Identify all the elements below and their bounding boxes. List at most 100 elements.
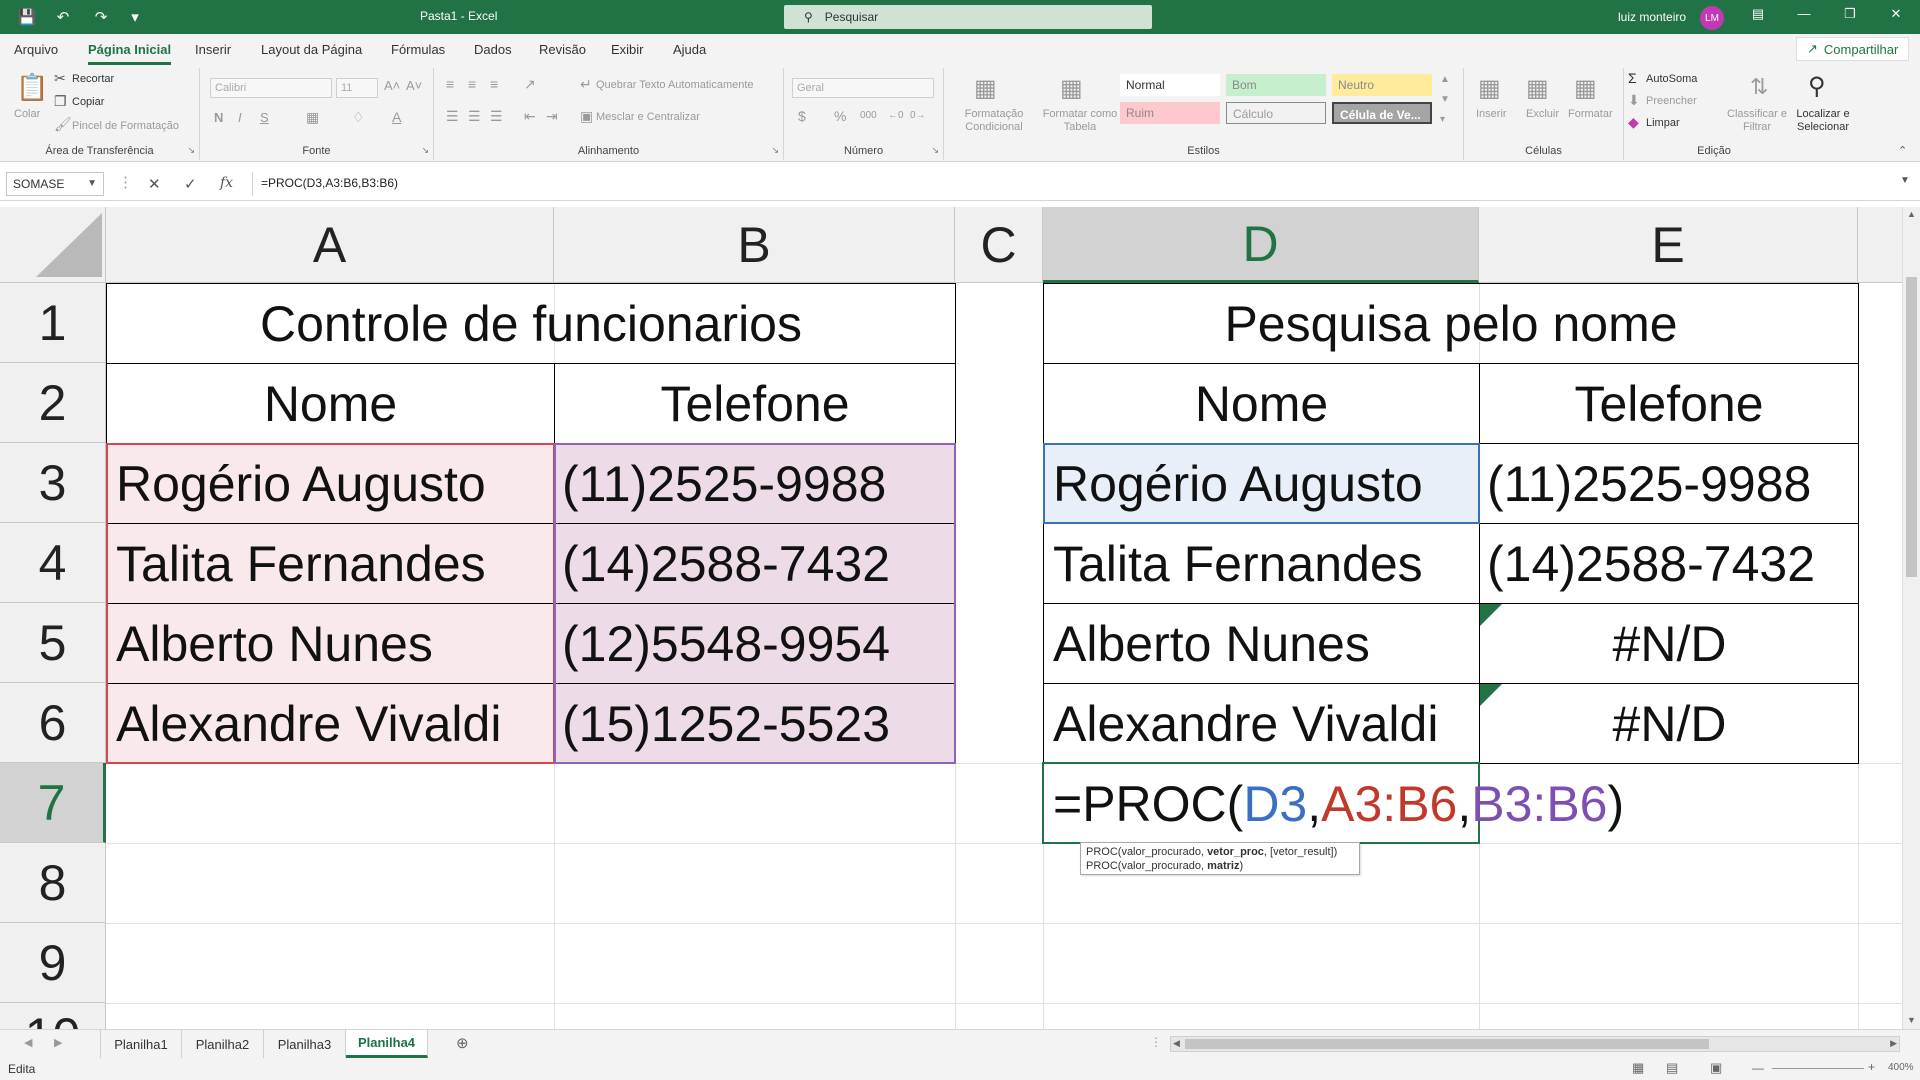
font-size-combo[interactable]: 11 — [336, 78, 378, 98]
align-center-icon[interactable]: ☰ — [468, 108, 481, 125]
cancel-icon[interactable]: ✕ — [148, 175, 161, 193]
cut-button[interactable]: Recortar — [72, 73, 114, 85]
wrap-text-button[interactable]: Quebrar Texto Automaticamente — [596, 79, 754, 91]
horizontal-scrollbar[interactable]: ◀ ▶ — [1170, 1036, 1900, 1052]
undo-icon[interactable]: ↶ — [52, 7, 74, 27]
scroll-up-icon[interactable]: ▲ — [1907, 209, 1916, 219]
tab-pagina-inicial[interactable]: Página Inicial — [88, 42, 172, 65]
cell-a5[interactable]: Alberto Nunes — [108, 604, 554, 683]
tab-formulas[interactable]: Fórmulas — [391, 42, 445, 57]
row-header-9[interactable]: 9 — [0, 923, 106, 1003]
cell-e4[interactable]: (14)2588-7432 — [1481, 524, 1858, 603]
fill-icon[interactable]: ⬇ — [1628, 92, 1640, 109]
name-box[interactable]: SOMASE ▼ — [6, 172, 104, 196]
format-painter-icon[interactable]: 🖌 — [54, 116, 72, 133]
cell-e2-telefone[interactable]: Telefone — [1480, 364, 1858, 443]
increase-decimal-icon[interactable]: ←0 — [888, 110, 904, 121]
paste-button[interactable]: Colar — [14, 108, 40, 120]
sheet-tab-planilha3[interactable]: Planilha3 — [264, 1030, 346, 1058]
percent-icon[interactable]: % — [834, 108, 846, 124]
format-cells-button[interactable]: Formatar — [1568, 108, 1613, 120]
bold-button[interactable]: N — [214, 110, 223, 125]
font-color-icon[interactable]: A — [392, 109, 401, 125]
sort-filter-icon[interactable]: ⇅ — [1750, 74, 1768, 100]
cell-b5[interactable]: (12)5548-9954 — [556, 604, 955, 683]
increase-indent-icon[interactable]: ⇥ — [546, 108, 558, 125]
cell-d4[interactable]: Talita Fernandes — [1045, 524, 1479, 603]
alignment-launcher-icon[interactable]: ↘ — [771, 145, 779, 156]
tab-arquivo[interactable]: Arquivo — [14, 42, 58, 57]
scroll-down-icon[interactable]: ▼ — [1907, 1015, 1916, 1025]
prev-sheet-icon[interactable]: ◀ — [24, 1036, 32, 1049]
cell-a4[interactable]: Talita Fernandes — [108, 524, 554, 603]
cell-d2-nome[interactable]: Nome — [1044, 364, 1479, 443]
conditional-format-icon[interactable]: ▦ — [974, 74, 997, 103]
orientation-icon[interactable]: ↗ — [524, 76, 536, 93]
avatar[interactable]: LM — [1700, 6, 1724, 30]
style-calculo[interactable]: Cálculo — [1226, 102, 1326, 124]
decrease-decimal-icon[interactable]: 0→ — [910, 110, 926, 121]
shrink-font-icon[interactable]: A˅ — [406, 78, 422, 93]
cell-a2-nome[interactable]: Nome — [107, 364, 554, 443]
new-sheet-icon[interactable]: ⊕ — [456, 1034, 469, 1052]
sort-filter-button[interactable]: Classificar e Filtrar — [1724, 108, 1790, 134]
cell-b3[interactable]: (11)2525-9988 — [556, 444, 955, 523]
align-middle-icon[interactable]: ≡ — [468, 76, 476, 92]
column-header-f[interactable] — [1858, 207, 1902, 283]
scroll-left-icon[interactable]: ◀ — [1173, 1038, 1180, 1049]
cell-b6[interactable]: (15)1252-5523 — [556, 684, 955, 763]
tab-dados[interactable]: Dados — [474, 42, 512, 57]
tab-layout-da-pagina[interactable]: Layout da Página — [261, 42, 362, 57]
find-select-button[interactable]: Localizar e Selecionar — [1788, 108, 1858, 134]
tab-exibir[interactable]: Exibir — [611, 42, 644, 57]
styles-more-icon[interactable]: ▾ — [1440, 114, 1445, 125]
number-launcher-icon[interactable]: ↘ — [931, 145, 939, 156]
styles-scroll-up-icon[interactable]: ▲ — [1440, 74, 1450, 85]
conditional-format-button[interactable]: Formatação Condicional — [952, 108, 1036, 134]
copy-button[interactable]: Copiar — [72, 96, 104, 108]
merge-center-button[interactable]: Mesclar e Centralizar — [596, 111, 700, 123]
zoom-in-icon[interactable]: + — [1868, 1060, 1875, 1074]
fill-button[interactable]: Preencher — [1646, 95, 1697, 107]
cell-e6[interactable]: #N/D — [1481, 684, 1858, 763]
align-left-icon[interactable]: ☰ — [446, 108, 459, 125]
find-select-icon[interactable]: ⚲ — [1808, 72, 1826, 101]
cell-d1-title[interactable]: Pesquisa pelo nome — [1044, 284, 1858, 363]
row-header-2[interactable]: 2 — [0, 363, 106, 443]
next-sheet-icon[interactable]: ▶ — [54, 1036, 62, 1049]
column-header-c[interactable]: C — [955, 207, 1043, 283]
align-bottom-icon[interactable]: ≡ — [490, 76, 498, 92]
number-format-combo[interactable]: Geral — [792, 78, 934, 98]
vertical-scrollbar[interactable]: ▲ ▼ — [1902, 207, 1920, 1029]
style-ruim[interactable]: Ruim — [1120, 102, 1220, 124]
cell-e5[interactable]: #N/D — [1481, 604, 1858, 683]
copy-icon[interactable]: ❐ — [54, 93, 67, 110]
tab-revisao[interactable]: Revisão — [539, 42, 586, 57]
cut-icon[interactable]: ✂ — [54, 70, 66, 87]
restore-icon[interactable]: ❐ — [1838, 6, 1862, 22]
share-button[interactable]: ↗ Compartilhar — [1796, 37, 1910, 61]
cell-d7-editing-formula[interactable]: =PROC(D3, A3:B6, B3:B6) — [1045, 764, 1845, 843]
format-as-table-button[interactable]: Formatar como Tabela — [1038, 108, 1122, 134]
search-input[interactable]: ⚲ Pesquisar — [784, 5, 1152, 29]
italic-button[interactable]: I — [238, 110, 242, 125]
collapse-ribbon-icon[interactable]: ⌃ — [1898, 144, 1907, 157]
cell-d3[interactable]: Rogério Augusto — [1045, 444, 1479, 523]
cell-d5[interactable]: Alberto Nunes — [1045, 604, 1479, 683]
row-header-5[interactable]: 5 — [0, 603, 106, 683]
autosum-button[interactable]: AutoSoma — [1646, 73, 1697, 85]
insert-function-icon[interactable]: fx — [220, 175, 233, 191]
font-launcher-icon[interactable]: ↘ — [421, 145, 429, 156]
delete-cells-icon[interactable]: ▦ — [1526, 74, 1549, 103]
row-header-8[interactable]: 8 — [0, 843, 106, 923]
row-header-7[interactable]: 7 — [0, 763, 106, 843]
sheet-tab-planilha1[interactable]: Planilha1 — [100, 1030, 182, 1058]
select-all-corner[interactable] — [0, 207, 106, 283]
tab-ajuda[interactable]: Ajuda — [673, 42, 706, 57]
grow-font-icon[interactable]: A˄ — [384, 78, 400, 93]
merge-icon[interactable]: ▣ — [580, 108, 593, 125]
borders-icon[interactable]: ▦ — [306, 109, 319, 126]
column-header-a[interactable]: A — [106, 207, 554, 283]
styles-scroll-down-icon[interactable]: ▼ — [1440, 94, 1450, 105]
split-handle-icon[interactable]: ⋮ — [1150, 1035, 1162, 1049]
